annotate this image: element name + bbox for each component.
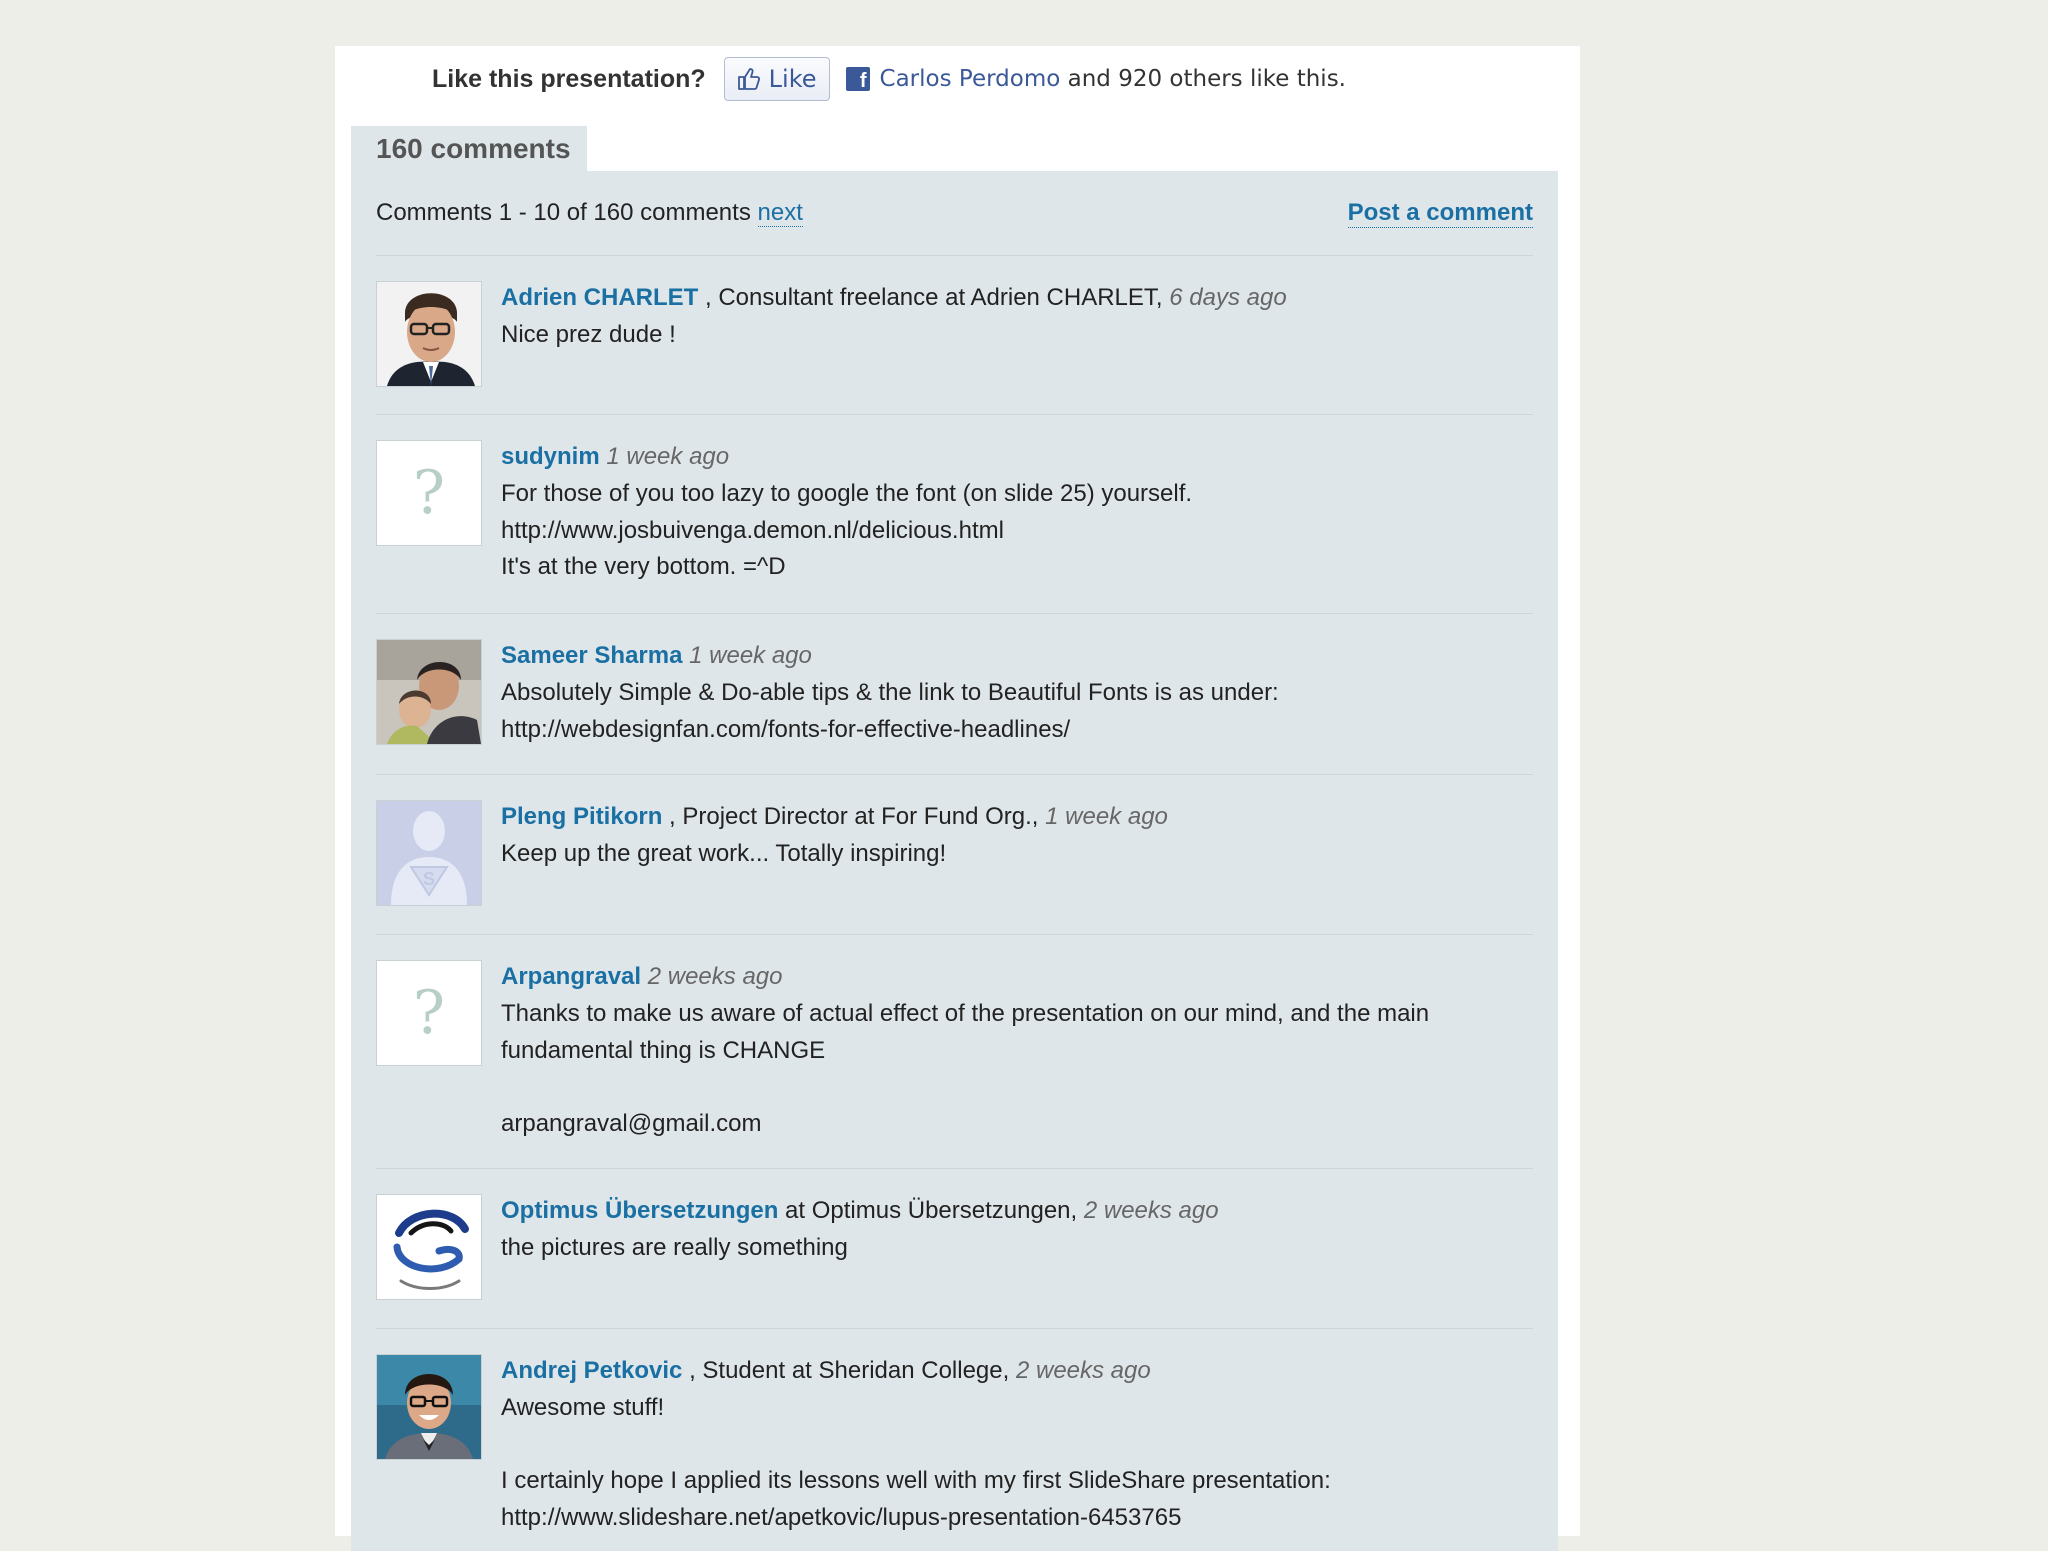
svg-text:?: ?	[413, 458, 445, 528]
comment-meta: Optimus Übersetzungen at Optimus Überset…	[501, 1193, 1521, 1229]
question-mark-icon: ?	[377, 961, 481, 1065]
comment-time: 2 weeks ago	[1015, 1357, 1151, 1384]
comment-meta: Andrej Petkovic , Student at Sheridan Co…	[501, 1353, 1521, 1389]
comment-text: Thanks to make us aware of actual effect…	[501, 1000, 1430, 1137]
like-summary-suffix: and 920 others like this.	[1060, 66, 1346, 92]
photo-man-glasses-icon	[377, 282, 481, 386]
avatar[interactable]	[376, 1194, 482, 1300]
comment-meta: Adrien CHARLET , Consultant freelance at…	[501, 280, 1521, 316]
like-bar: Like this presentation? Like f Carlos Pe…	[432, 56, 1346, 102]
comment-time: 2 weeks ago	[647, 963, 783, 990]
comment-meta: Arpangraval 2 weeks ago	[501, 959, 1521, 995]
avatar[interactable]: S	[376, 800, 482, 906]
thumbs-up-icon	[737, 68, 760, 90]
comment-meta: Pleng Pitikorn , Project Director at For…	[501, 799, 1521, 835]
superhero-silhouette-icon: S	[377, 801, 481, 905]
comment-body: Adrien CHARLET , Consultant freelance at…	[501, 280, 1521, 354]
like-summary: Carlos Perdomo and 920 others like this.	[880, 66, 1346, 92]
comments-header: Comments 1 - 10 of 160 comments next Pos…	[376, 171, 1533, 256]
comment-time: 6 days ago	[1169, 284, 1287, 311]
comment-time: 2 weeks ago	[1083, 1197, 1219, 1224]
comment-item: S Pleng Pitikorn , Project Director at F…	[376, 775, 1533, 935]
photo-smiling-man-icon	[377, 1355, 481, 1459]
comment-author-link[interactable]: Adrien CHARLET	[501, 284, 698, 311]
comment-item: Adrien CHARLET , Consultant freelance at…	[376, 256, 1533, 415]
comment-body: Pleng Pitikorn , Project Director at For…	[501, 799, 1521, 873]
comment-meta: sudynim 1 week ago	[501, 439, 1521, 475]
comment-author-role: , Consultant freelance at Adrien CHARLET…	[698, 284, 1170, 311]
comment-author-role: , Student at Sheridan College,	[682, 1357, 1016, 1384]
comments-box: Comments 1 - 10 of 160 comments next Pos…	[351, 171, 1558, 1551]
comment-item: Optimus Übersetzungen at Optimus Überset…	[376, 1169, 1533, 1329]
facebook-icon: f	[845, 67, 870, 91]
comment-author-link[interactable]: sudynim	[501, 443, 600, 470]
comment-author-link[interactable]: Andrej Petkovic	[501, 1357, 682, 1384]
comments-count-label: 160 comments	[376, 132, 571, 164]
comment-text: Absolutely Simple & Do-able tips & the l…	[501, 679, 1279, 743]
like-question: Like this presentation?	[432, 64, 706, 93]
comment-author-role: at Optimus Übersetzungen,	[778, 1197, 1084, 1224]
comment-text: the pictures are really something	[501, 1234, 848, 1261]
comment-item: ? Arpangraval 2 weeks ago Thanks to make…	[376, 935, 1533, 1169]
like-button[interactable]: Like	[723, 57, 830, 101]
comment-meta: Sameer Sharma 1 week ago	[501, 638, 1521, 674]
svg-text:?: ?	[413, 978, 445, 1048]
avatar[interactable]	[376, 1354, 482, 1460]
next-link[interactable]: next	[757, 199, 803, 227]
post-comment-link[interactable]: Post a comment	[1347, 199, 1533, 228]
comment-body: Sameer Sharma 1 week ago Absolutely Simp…	[501, 638, 1521, 748]
comment-author-link[interactable]: Arpangraval	[501, 963, 641, 990]
comment-body: Arpangraval 2 weeks ago Thanks to make u…	[501, 959, 1521, 1142]
comment-text: Awesome stuff! I certainly hope I applie…	[501, 1394, 1331, 1531]
svg-text:S: S	[423, 869, 435, 889]
comment-item: Sameer Sharma 1 week ago Absolutely Simp…	[376, 614, 1533, 775]
comment-author-link[interactable]: Sameer Sharma	[501, 642, 682, 669]
swirl-logo-icon	[377, 1195, 481, 1299]
comment-author-link[interactable]: Pleng Pitikorn	[501, 803, 662, 830]
comment-author-link[interactable]: Optimus Übersetzungen	[501, 1197, 778, 1224]
comment-time: 1 week ago	[1045, 803, 1168, 830]
comment-author-role: , Project Director at For Fund Org.,	[662, 803, 1046, 830]
question-mark-icon: ?	[377, 441, 481, 545]
comment-time: 1 week ago	[606, 443, 730, 470]
comment-text: Nice prez dude !	[501, 321, 676, 348]
comment-body: Optimus Übersetzungen at Optimus Überset…	[501, 1193, 1521, 1267]
comment-time: 1 week ago	[689, 642, 812, 669]
comment-item: ? sudynim 1 week ago For those of you to…	[376, 415, 1533, 614]
comment-body: sudynim 1 week ago For those of you too …	[501, 439, 1521, 586]
avatar[interactable]: ?	[376, 960, 482, 1066]
comments-range-text: Comments 1 - 10 of 160 comments	[376, 199, 758, 226]
comments-panel: Like this presentation? Like f Carlos Pe…	[335, 46, 1580, 1551]
comment-author-role	[641, 963, 648, 990]
comment-text: Keep up the great work... Totally inspir…	[501, 840, 947, 867]
friend-link[interactable]: Carlos Perdomo	[880, 66, 1061, 92]
comment-body: Andrej Petkovic , Student at Sheridan Co…	[501, 1353, 1521, 1536]
comments-range: Comments 1 - 10 of 160 comments next	[376, 199, 803, 227]
avatar[interactable]	[376, 639, 482, 745]
avatar[interactable]: ?	[376, 440, 482, 546]
avatar[interactable]	[376, 281, 482, 387]
comment-text: For those of you too lazy to google the …	[501, 480, 1193, 580]
comments-count-tab[interactable]: 160 comments	[351, 126, 587, 171]
like-button-label: Like	[768, 65, 817, 93]
comment-item: Andrej Petkovic , Student at Sheridan Co…	[376, 1329, 1533, 1551]
photo-two-people-icon	[377, 640, 481, 744]
